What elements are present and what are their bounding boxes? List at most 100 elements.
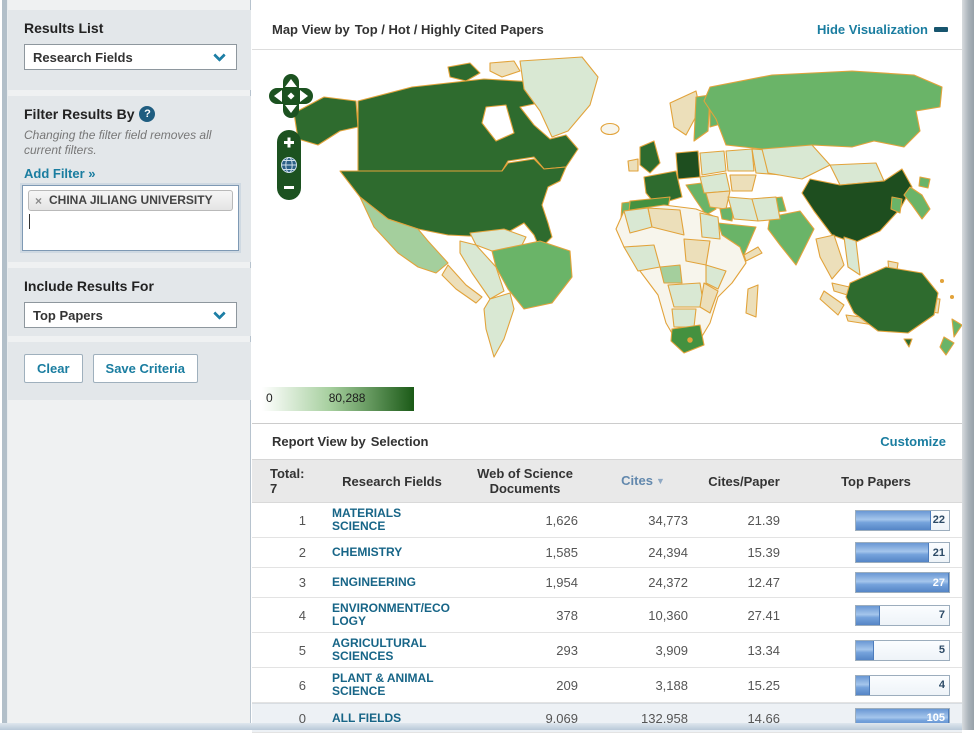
map-legend: 0 80,288 bbox=[262, 387, 414, 411]
top-papers-value: 4 bbox=[939, 679, 945, 691]
country-romania[interactable] bbox=[730, 175, 756, 191]
country-iceland[interactable] bbox=[601, 124, 619, 135]
field-link[interactable]: AGRICULTURAL SCIENCES bbox=[322, 633, 462, 667]
pacific-island bbox=[951, 296, 954, 299]
report-table-body: 1 MATERIALS SCIENCE 1,626 34,773 21.39 2… bbox=[252, 503, 962, 733]
row-cites: 3,909 bbox=[588, 643, 698, 658]
filter-label: Filter Results By? bbox=[8, 96, 251, 122]
country-new-zealand[interactable] bbox=[952, 319, 962, 337]
top-papers-bar: 5 bbox=[855, 640, 950, 661]
results-list-section: Results List Research Fields bbox=[8, 10, 251, 90]
country-arctic-island[interactable] bbox=[490, 61, 520, 77]
country-sudan-chad[interactable] bbox=[684, 239, 710, 265]
country-japan-hokkaido[interactable] bbox=[919, 177, 930, 188]
country-argentina-chile[interactable] bbox=[484, 293, 514, 357]
field-link[interactable]: MATERIALS SCIENCE bbox=[322, 503, 462, 537]
add-filter-link[interactable]: Add Filter » bbox=[8, 158, 251, 181]
hide-visualization-link[interactable]: Hide Visualization bbox=[817, 22, 962, 37]
actions-section: Clear Save Criteria bbox=[8, 342, 251, 400]
row-cites-per-paper: 15.25 bbox=[698, 678, 790, 693]
field-link[interactable]: CHEMISTRY bbox=[322, 542, 462, 563]
zoom-out-icon[interactable] bbox=[284, 186, 294, 189]
top-papers-bar-fill bbox=[856, 543, 929, 562]
chevron-down-icon bbox=[213, 49, 226, 62]
remove-tag-icon[interactable]: × bbox=[35, 194, 42, 208]
country-kazakhstan[interactable] bbox=[762, 145, 830, 179]
save-criteria-button[interactable]: Save Criteria bbox=[93, 354, 199, 383]
row-documents: 1,585 bbox=[462, 545, 588, 560]
world-map[interactable] bbox=[252, 51, 962, 381]
filter-box[interactable]: × CHINA JILIANG UNIVERSITY bbox=[22, 185, 239, 251]
minus-icon bbox=[934, 27, 948, 32]
top-papers-bar: 27 bbox=[855, 572, 950, 593]
field-link[interactable]: ENVIRONMENT/ECOLOGY bbox=[322, 598, 462, 632]
country-new-zealand[interactable] bbox=[940, 337, 954, 355]
top-papers-bar: 7 bbox=[855, 605, 950, 626]
include-results-dropdown[interactable]: Top Papers bbox=[24, 302, 237, 328]
country-vietnam[interactable] bbox=[844, 237, 860, 275]
country-drc[interactable] bbox=[668, 283, 704, 307]
country-nigeria[interactable] bbox=[660, 265, 682, 283]
row-cites-per-paper: 13.34 bbox=[698, 643, 790, 658]
results-list-label: Results List bbox=[8, 10, 251, 36]
country-angola[interactable] bbox=[672, 309, 696, 327]
map-pan-control[interactable] bbox=[268, 73, 314, 119]
country-poland[interactable] bbox=[700, 151, 726, 175]
country-tasmania[interactable] bbox=[904, 339, 912, 347]
table-row: 6 PLANT & ANIMAL SCIENCE 209 3,188 15.25… bbox=[252, 668, 962, 703]
row-documents: 209 bbox=[462, 678, 588, 693]
filter-note: Changing the filter field removes all cu… bbox=[8, 122, 251, 158]
window-bottom-border bbox=[0, 723, 974, 730]
top-papers-bar: 22 bbox=[855, 510, 950, 531]
chevron-down-icon bbox=[213, 307, 226, 320]
filter-tag: × CHINA JILIANG UNIVERSITY bbox=[28, 190, 233, 211]
country-germany[interactable] bbox=[676, 151, 700, 179]
country-balkans[interactable] bbox=[706, 191, 730, 209]
include-results-label: Include Results For bbox=[8, 268, 251, 294]
row-documents: 1,954 bbox=[462, 575, 588, 590]
sidebar: Results List Research Fields Filter Resu… bbox=[8, 0, 251, 730]
country-egypt[interactable] bbox=[700, 213, 720, 239]
vertical-scrollbar[interactable] bbox=[962, 0, 974, 730]
map-zoom-control[interactable] bbox=[276, 129, 302, 201]
country-central-europe[interactable] bbox=[700, 173, 730, 193]
filter-section: Filter Results By? Changing the filter f… bbox=[8, 96, 251, 262]
results-list-dropdown[interactable]: Research Fields bbox=[24, 44, 237, 70]
row-rank: 5 bbox=[252, 643, 322, 658]
filter-input[interactable] bbox=[23, 211, 238, 231]
country-madagascar[interactable] bbox=[746, 285, 758, 317]
table-row: 3 ENGINEERING 1,954 24,372 12.47 27 bbox=[252, 568, 962, 598]
sort-desc-icon: ▼ bbox=[656, 474, 665, 489]
row-cites-per-paper: 15.39 bbox=[698, 545, 790, 560]
country-arctic-island[interactable] bbox=[448, 63, 480, 81]
globe-icon bbox=[282, 158, 297, 173]
column-cites-per-paper: Cites/Paper bbox=[698, 470, 790, 493]
country-lesotho[interactable] bbox=[688, 338, 692, 342]
country-west-africa[interactable] bbox=[624, 245, 660, 271]
country-usa[interactable] bbox=[340, 159, 566, 249]
field-link[interactable]: PLANT & ANIMAL SCIENCE bbox=[322, 668, 462, 702]
report-view-header: Report View bySelection Customize bbox=[252, 423, 962, 459]
clear-button[interactable]: Clear bbox=[24, 354, 83, 383]
country-uk[interactable] bbox=[640, 141, 660, 173]
country-ireland[interactable] bbox=[628, 159, 638, 171]
column-cites-sort[interactable]: Cites▼ bbox=[588, 469, 698, 493]
top-papers-bar-fill bbox=[856, 511, 931, 530]
map-view-title: Map View byTop / Hot / Highly Cited Pape… bbox=[252, 22, 544, 37]
field-link[interactable]: ENGINEERING bbox=[322, 572, 462, 593]
country-sumatra[interactable] bbox=[820, 291, 844, 315]
country-myanmar-thailand[interactable] bbox=[816, 235, 844, 279]
column-total: Total: 7 bbox=[252, 462, 322, 500]
table-row: 5 AGRICULTURAL SCIENCES 293 3,909 13.34 … bbox=[252, 633, 962, 668]
country-baltics[interactable] bbox=[726, 149, 754, 171]
legend-max: 80,288 bbox=[329, 391, 366, 405]
text-caret bbox=[29, 214, 30, 229]
row-cites: 24,372 bbox=[588, 575, 698, 590]
country-japan[interactable] bbox=[904, 187, 930, 219]
country-russia[interactable] bbox=[704, 71, 942, 153]
help-icon[interactable]: ? bbox=[139, 106, 155, 122]
top-papers-cell: 7 bbox=[790, 605, 962, 626]
column-top-papers: Top Papers bbox=[790, 470, 962, 493]
row-rank: 2 bbox=[252, 545, 322, 560]
customize-link[interactable]: Customize bbox=[880, 434, 962, 449]
